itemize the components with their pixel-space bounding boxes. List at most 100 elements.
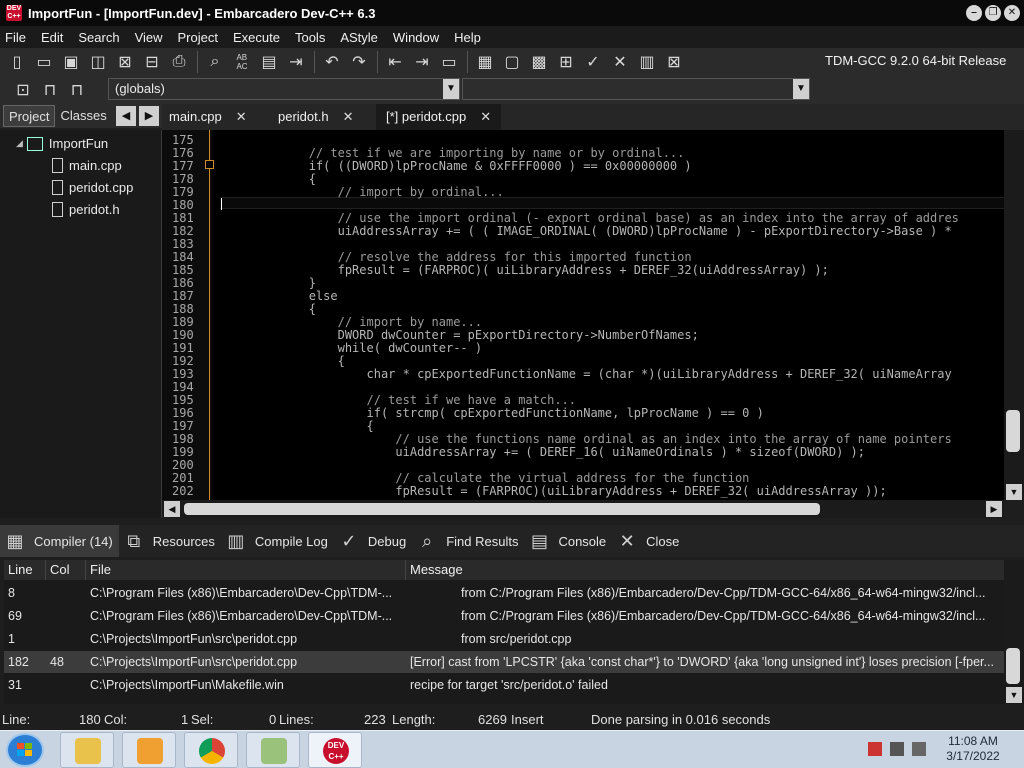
- bookmark-list-icon[interactable]: ⊓: [64, 78, 90, 102]
- taskbar-media-player[interactable]: [122, 732, 176, 768]
- tab-compiler[interactable]: ▦ Compiler (14): [0, 525, 119, 557]
- column-header-message[interactable]: Message: [406, 560, 1004, 580]
- scroll-right-icon[interactable]: ▶: [986, 501, 1002, 517]
- result-file: C:\Program Files (x86)\Embarcadero\Dev-C…: [90, 609, 393, 623]
- taskbar-notepad[interactable]: [246, 732, 300, 768]
- result-row[interactable]: 1 C:\Projects\ImportFun\src\peridot.cpp fr…: [4, 628, 1004, 650]
- new-class-icon[interactable]: ⊡: [10, 78, 36, 102]
- menu-file[interactable]: File: [5, 30, 33, 45]
- undo-icon[interactable]: ↶: [319, 50, 345, 74]
- editor-horizontal-scroll-thumb[interactable]: [184, 503, 820, 515]
- syntax-check-icon[interactable]: ✓: [580, 50, 606, 74]
- redo-icon[interactable]: ↷: [346, 50, 372, 74]
- column-header-file[interactable]: File: [86, 560, 406, 580]
- find-icon[interactable]: ⌕: [202, 50, 228, 74]
- status-lines-label: Lines:: [279, 712, 314, 727]
- bookmark-toggle-icon[interactable]: ⊓: [37, 78, 63, 102]
- tree-expand-icon[interactable]: ◢: [16, 138, 23, 149]
- result-row[interactable]: 8 C:\Program Files (x86)\Embarcadero\Dev-…: [4, 582, 1004, 604]
- tab-compile-log[interactable]: ▥ Compile Log: [221, 525, 334, 557]
- tab-peridot-cpp[interactable]: [*] peridot.cpp ✕: [376, 104, 502, 130]
- run-icon[interactable]: ▢: [499, 50, 525, 74]
- close-tab-icon[interactable]: ✕: [236, 109, 247, 124]
- results-scroll-thumb[interactable]: [1006, 648, 1020, 684]
- restore-button[interactable]: ❐: [985, 5, 1001, 21]
- grid-icon: ▦: [6, 531, 24, 551]
- menu-help[interactable]: Help: [454, 30, 488, 45]
- scroll-down-icon[interactable]: ▼: [1006, 484, 1022, 500]
- tab-project[interactable]: Project: [3, 105, 56, 127]
- tree-file-item[interactable]: peridot.h: [52, 202, 120, 217]
- volume-icon[interactable]: [912, 742, 926, 756]
- indent-icon[interactable]: ⇤: [382, 50, 408, 74]
- tab-debug[interactable]: ✓ Debug: [334, 525, 412, 557]
- print-icon[interactable]: ⎙: [166, 50, 192, 74]
- bookmark-icon[interactable]: ⇥: [283, 50, 309, 74]
- chevron-down-icon[interactable]: ▼: [793, 79, 809, 99]
- menu-view[interactable]: View: [135, 30, 170, 45]
- menu-tools[interactable]: Tools: [295, 30, 332, 45]
- tab-resources[interactable]: ⧉ Resources: [119, 525, 221, 557]
- toolbar-separator: [314, 51, 315, 73]
- close-tab-icon[interactable]: ✕: [480, 109, 491, 124]
- action-center-icon[interactable]: [868, 742, 882, 756]
- chevron-right-icon[interactable]: ▶: [139, 106, 159, 126]
- rebuild-all-icon[interactable]: ⊞: [553, 50, 579, 74]
- unindent-icon[interactable]: ⇥: [409, 50, 435, 74]
- code-editor[interactable]: 175 176 // test if we are importing by na…: [162, 130, 1004, 500]
- open-folder-icon[interactable]: ▭: [31, 50, 57, 74]
- menu-window[interactable]: Window: [393, 30, 446, 45]
- menu-astyle[interactable]: AStyle: [340, 30, 385, 45]
- menu-execute[interactable]: Execute: [233, 30, 287, 45]
- save-icon[interactable]: ▣: [58, 50, 84, 74]
- minimize-button[interactable]: –: [966, 5, 982, 21]
- chevron-down-icon[interactable]: ▼: [443, 79, 459, 99]
- compiler-set-select[interactable]: TDM-GCC 9.2.0 64-bit Release: [816, 50, 1022, 72]
- tree-file-item[interactable]: main.cpp: [52, 158, 122, 173]
- bottom-panel-tabs: ▦ Compiler (14) ⧉ Resources ▥ Compile Lo…: [0, 525, 1024, 557]
- replace-icon[interactable]: AB AC: [229, 50, 255, 74]
- goto-icon[interactable]: ▤: [256, 50, 282, 74]
- tab-main-cpp[interactable]: main.cpp ✕: [169, 104, 247, 130]
- result-row[interactable]: 31 C:\Projects\ImportFun\Makefile.win reci…: [4, 674, 1004, 696]
- network-icon[interactable]: [890, 742, 904, 756]
- close-file-icon[interactable]: ⊠: [112, 50, 138, 74]
- close-all-icon[interactable]: ⊟: [139, 50, 165, 74]
- taskbar-devcpp[interactable]: DEV C++: [308, 732, 362, 768]
- scroll-left-icon[interactable]: ◀: [164, 501, 180, 517]
- close-tab-icon[interactable]: ✕: [343, 109, 354, 124]
- new-file-icon[interactable]: ▯: [4, 50, 30, 74]
- tab-classes[interactable]: Classes: [55, 105, 111, 127]
- close-window-button[interactable]: ✕: [1004, 5, 1020, 21]
- menu-search[interactable]: Search: [78, 30, 126, 45]
- tree-file-item[interactable]: peridot.cpp: [52, 180, 133, 195]
- compile-icon[interactable]: ▦: [472, 50, 498, 74]
- taskbar-chrome[interactable]: [184, 732, 238, 768]
- comment-icon[interactable]: ▭: [436, 50, 462, 74]
- tab-console[interactable]: ▤ Console: [524, 525, 612, 557]
- profile-icon[interactable]: ▥: [634, 50, 660, 74]
- scroll-down-icon[interactable]: ▼: [1006, 687, 1022, 703]
- tab-close[interactable]: ✕ Close: [612, 525, 685, 557]
- column-header-line[interactable]: Line: [4, 560, 46, 580]
- delete-profile-icon[interactable]: ⊠: [661, 50, 687, 74]
- menu-edit[interactable]: Edit: [41, 30, 70, 45]
- tree-project-node[interactable]: ◢ ImportFun: [16, 136, 108, 151]
- menu-project[interactable]: Project: [178, 30, 225, 45]
- column-header-col[interactable]: Col: [46, 560, 86, 580]
- taskbar-explorer[interactable]: [60, 732, 114, 768]
- compile-run-icon[interactable]: ▩: [526, 50, 552, 74]
- tab-find-results[interactable]: ⌕ Find Results: [412, 525, 524, 557]
- editor-vertical-scroll-thumb[interactable]: [1006, 410, 1020, 452]
- save-all-icon[interactable]: ◫: [85, 50, 111, 74]
- scope-select[interactable]: (globals) ▼: [108, 78, 460, 100]
- result-row[interactable]: 69 C:\Program Files (x86)\Embarcadero\Dev…: [4, 605, 1004, 627]
- member-select[interactable]: ▼: [462, 78, 810, 100]
- tab-peridot-h[interactable]: peridot.h ✕: [278, 104, 354, 130]
- taskbar-clock[interactable]: 11:08 AM 3/17/2022: [936, 734, 1010, 764]
- results-header: Line Col File Message: [4, 560, 1004, 580]
- stop-execution-icon[interactable]: ✕: [607, 50, 633, 74]
- start-button[interactable]: [6, 733, 44, 767]
- result-row[interactable]: 182 48 C:\Projects\ImportFun\src\peridot.c…: [4, 651, 1004, 673]
- chevron-left-icon[interactable]: ◀: [116, 106, 136, 126]
